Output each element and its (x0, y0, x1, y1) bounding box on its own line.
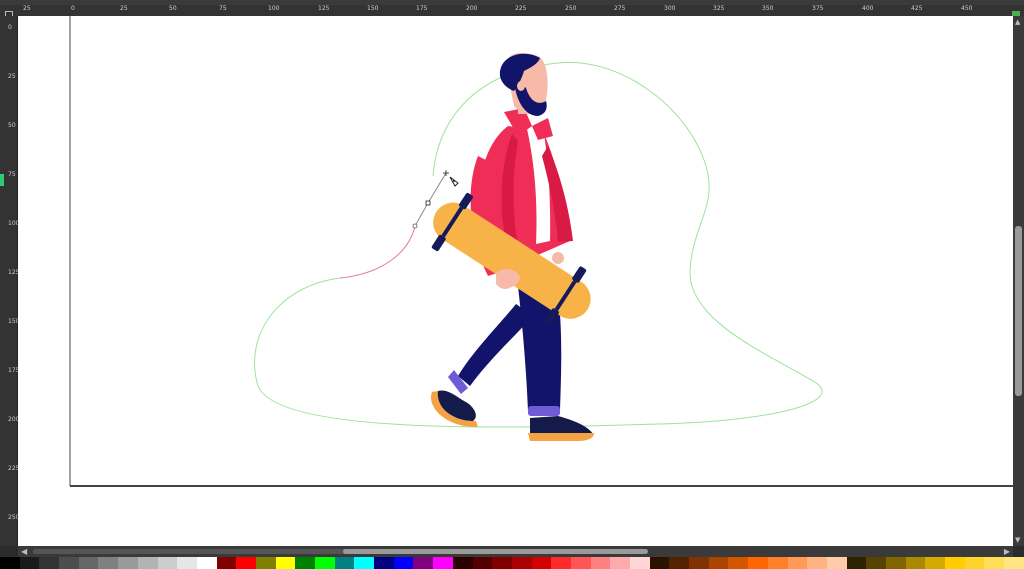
palette-swatch[interactable] (767, 557, 788, 569)
palette-swatch[interactable] (1004, 557, 1024, 569)
palette-swatch[interactable] (255, 557, 276, 569)
h-ruler-label: 225 (515, 5, 527, 12)
palette-swatch[interactable] (452, 557, 473, 569)
h-ruler-label: 400 (862, 5, 874, 12)
h-ruler-label: 175 (416, 5, 428, 12)
palette-swatch[interactable] (472, 557, 493, 569)
palette-swatch[interactable] (118, 557, 138, 569)
palette-swatch[interactable] (334, 557, 355, 569)
guide-indicator (0, 174, 4, 186)
h-ruler-label: 300 (664, 5, 676, 12)
h-ruler-label: 200 (466, 5, 478, 12)
palette-swatch[interactable] (295, 557, 315, 569)
bezier-handle-line (414, 202, 429, 227)
palette-swatch[interactable] (59, 557, 79, 569)
vertical-scrollbar[interactable]: ▲ ▼ (1013, 16, 1024, 546)
palette-swatch[interactable] (19, 557, 40, 569)
palette-swatch[interactable] (511, 557, 532, 569)
palette-swatch[interactable] (393, 557, 414, 569)
palette-swatch[interactable] (570, 557, 591, 569)
palette-swatch[interactable] (433, 557, 453, 569)
h-ruler-label: 375 (812, 5, 824, 12)
vertical-scroll-thumb[interactable] (1015, 226, 1022, 396)
chevron-left-icon[interactable]: ◀ (21, 547, 27, 556)
chevron-right-icon[interactable]: ▶ (1004, 547, 1010, 556)
palette-swatch[interactable] (610, 557, 630, 569)
horizontal-scroll-thumb[interactable] (343, 549, 648, 554)
palette-swatch[interactable] (177, 557, 197, 569)
h-ruler-label: 150 (367, 5, 379, 12)
palette-swatch[interactable] (492, 557, 512, 569)
h-ruler-label: 250 (565, 5, 577, 12)
palette-swatch[interactable] (630, 557, 650, 569)
palette-swatch[interactable] (866, 557, 886, 569)
palette-swatch[interactable] (590, 557, 611, 569)
palette-swatch[interactable] (748, 557, 768, 569)
palette-swatch[interactable] (846, 557, 867, 569)
h-ruler-label: 100 (268, 5, 280, 12)
palette-swatch[interactable] (984, 557, 1005, 569)
palette-swatch[interactable] (315, 557, 335, 569)
h-ruler-label: 50 (169, 5, 177, 12)
palette-swatch[interactable] (787, 557, 808, 569)
h-ruler-label: 75 (219, 5, 227, 12)
h-ruler-label: 350 (762, 5, 774, 12)
skateboarder-illustration[interactable] (418, 53, 605, 441)
palette-swatch[interactable] (216, 557, 237, 569)
palette-swatch[interactable] (708, 557, 729, 569)
h-ruler-label: 25 (120, 5, 128, 12)
palette-swatch[interactable] (354, 557, 375, 569)
horizontal-scrollbar[interactable]: ◀ ▶ (18, 546, 1013, 557)
palette-swatch[interactable] (925, 557, 945, 569)
horizontal-scroll-track (33, 549, 353, 554)
palette-swatch[interactable] (669, 557, 690, 569)
palette-swatch[interactable] (39, 557, 60, 569)
vertical-ruler[interactable]: 0 25 50 75 100 125 150 175 200 225 250 (0, 16, 19, 546)
h-ruler-label: 325 (713, 5, 725, 12)
selected-path-segment[interactable] (339, 225, 416, 279)
v-ruler-label: 75 (8, 171, 16, 178)
palette-swatch[interactable] (196, 557, 217, 569)
palette-swatch[interactable] (531, 557, 552, 569)
palette-swatch[interactable] (649, 557, 670, 569)
palette-swatch[interactable] (78, 557, 99, 569)
palette-swatch[interactable] (826, 557, 847, 569)
chevron-up-icon[interactable]: ▲ (1015, 18, 1020, 26)
pen-tool-cursor-icon (443, 170, 459, 187)
h-ruler-label: 0 (71, 5, 75, 12)
h-ruler-label: 25 (23, 5, 31, 12)
palette-swatch[interactable] (413, 557, 434, 569)
palette-swatch[interactable] (964, 557, 985, 569)
palette-swatch[interactable] (157, 557, 178, 569)
v-ruler-label: 0 (8, 24, 12, 31)
v-ruler-label: 25 (8, 73, 16, 80)
palette-swatch[interactable] (885, 557, 906, 569)
palette-swatch[interactable] (137, 557, 158, 569)
h-ruler-label: 450 (961, 5, 973, 12)
palette-swatch[interactable] (275, 557, 296, 569)
palette-swatch[interactable] (0, 557, 20, 569)
drawing-canvas[interactable] (18, 16, 1013, 546)
palette-swatch[interactable] (374, 557, 394, 569)
h-ruler-label: 425 (911, 5, 923, 12)
bezier-anchor-node[interactable] (425, 200, 431, 206)
bezier-handle-line (427, 172, 447, 204)
color-palette[interactable] (0, 557, 1024, 569)
palette-swatch[interactable] (236, 557, 256, 569)
palette-swatch[interactable] (807, 557, 827, 569)
palette-swatch[interactable] (728, 557, 749, 569)
bezier-handle-point[interactable] (412, 223, 418, 229)
chevron-down-icon[interactable]: ▼ (1015, 536, 1020, 544)
canvas-artwork (69, 16, 1013, 487)
v-ruler-label: 50 (8, 122, 16, 129)
palette-swatch[interactable] (905, 557, 926, 569)
h-ruler-label: 125 (318, 5, 330, 12)
palette-swatch[interactable] (98, 557, 119, 569)
palette-swatch[interactable] (689, 557, 709, 569)
palette-swatch[interactable] (945, 557, 965, 569)
h-ruler-label: 275 (614, 5, 626, 12)
palette-swatch[interactable] (551, 557, 571, 569)
